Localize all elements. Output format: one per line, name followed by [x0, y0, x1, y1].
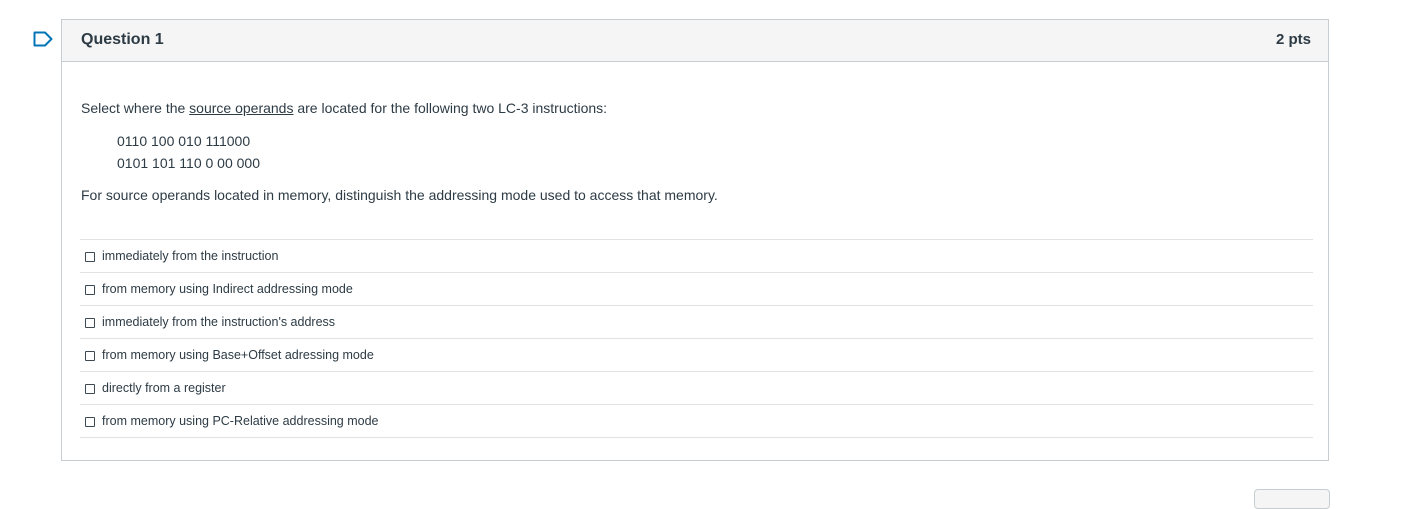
question-header: Question 1 2 pts [62, 20, 1328, 62]
instruction-line-1: 0110 100 010 111000 [117, 133, 251, 149]
prompt-text-before: Select where the [81, 100, 190, 116]
answer-label[interactable]: from memory using Base+Offset adressing … [102, 348, 374, 362]
question-title: Question 1 [81, 31, 164, 48]
answer-checkbox[interactable] [85, 417, 95, 427]
question-points: 2 pts [1275, 31, 1311, 48]
answer-option[interactable]: directly from a register [80, 372, 1313, 405]
answer-option[interactable]: from memory using Base+Offset adressing … [80, 339, 1313, 372]
answer-label[interactable]: from memory using Indirect addressing mo… [102, 282, 353, 296]
answer-checkbox[interactable] [85, 285, 95, 295]
answer-list: immediately from the instruction from me… [80, 239, 1313, 438]
answer-label[interactable]: directly from a register [102, 381, 226, 395]
question-prompt: Select where the source operands are loc… [81, 100, 607, 116]
source-operands-term: source operands [189, 100, 294, 116]
answer-checkbox[interactable] [85, 252, 95, 262]
answer-label[interactable]: immediately from the instruction [102, 249, 278, 263]
question-card: Question 1 2 pts Select where the source… [61, 19, 1329, 461]
prompt-text-after: are located for the following two LC-3 i… [293, 100, 608, 116]
flag-question-icon[interactable] [33, 31, 53, 47]
question-prompt-secondary: For source operands located in memory, d… [81, 187, 718, 203]
answer-option[interactable]: immediately from the instruction's addre… [80, 306, 1313, 339]
answer-checkbox[interactable] [85, 318, 95, 328]
answer-label[interactable]: immediately from the instruction's addre… [102, 315, 335, 329]
answer-option[interactable]: from memory using Indirect addressing mo… [80, 273, 1313, 306]
answer-checkbox[interactable] [85, 351, 95, 361]
answer-option[interactable]: immediately from the instruction [80, 240, 1313, 273]
answer-label[interactable]: from memory using PC-Relative addressing… [102, 414, 379, 428]
instruction-line-2: 0101 101 110 0 00 000 [117, 155, 260, 171]
partial-button[interactable] [1254, 489, 1330, 509]
answer-option[interactable]: from memory using PC-Relative addressing… [80, 405, 1313, 438]
answer-checkbox[interactable] [85, 384, 95, 394]
